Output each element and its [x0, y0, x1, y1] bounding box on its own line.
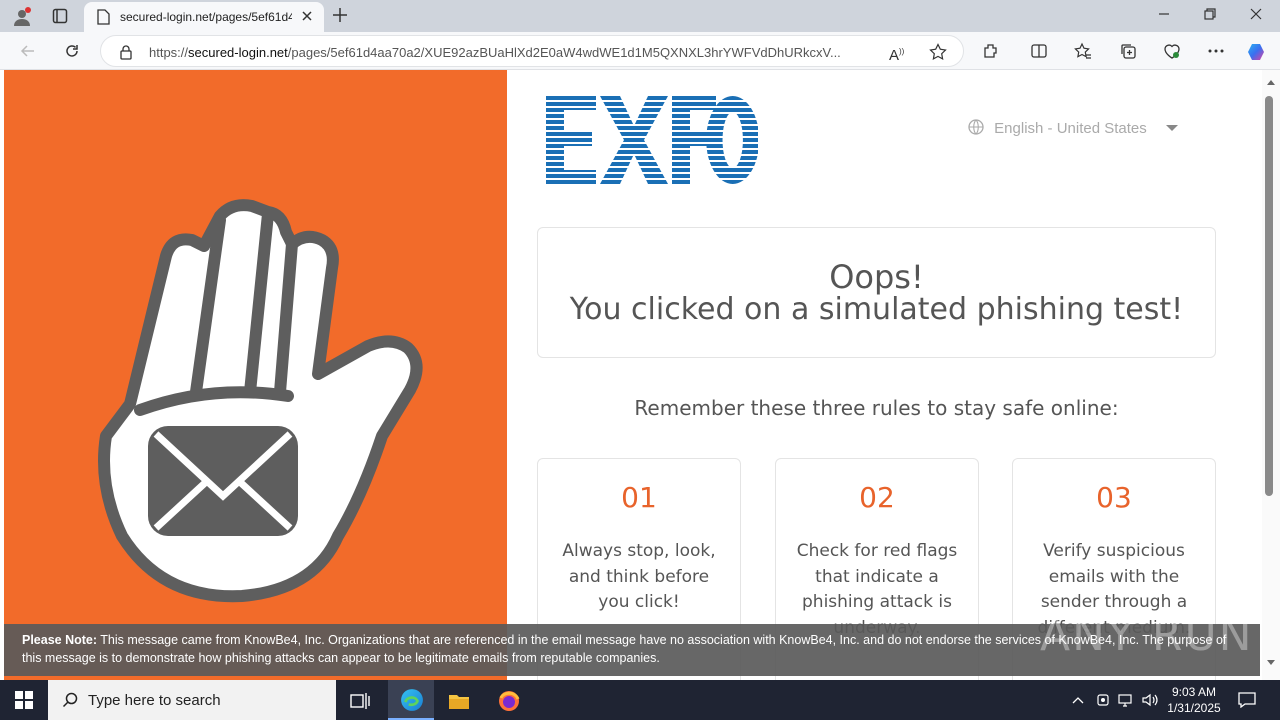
- search-placeholder: Type here to search: [88, 692, 221, 709]
- network-icon[interactable]: [1118, 693, 1134, 707]
- split-screen-icon[interactable]: [1030, 42, 1048, 64]
- note-label: Please Note:: [22, 633, 98, 647]
- phishing-test-heading: You clicked on a simulated phishing test…: [569, 292, 1184, 327]
- volume-icon[interactable]: [1142, 693, 1158, 707]
- globe-icon: [968, 119, 984, 135]
- language-selector[interactable]: English - United States: [968, 119, 1179, 137]
- address-bar[interactable]: https://secured-login.net/pages/5ef61d4a…: [100, 35, 964, 67]
- browser-tab[interactable]: secured-login.net/pages/5ef61d4: [84, 2, 324, 32]
- chevron-down-icon: [1165, 125, 1178, 131]
- restore-icon[interactable]: [1204, 8, 1216, 24]
- edge-icon[interactable]: [400, 688, 424, 712]
- firefox-icon[interactable]: [498, 690, 520, 712]
- rule-number: 01: [621, 481, 657, 514]
- task-view-icon[interactable]: [349, 690, 371, 712]
- oops-message-box: Oops! You clicked on a simulated phishin…: [537, 227, 1216, 358]
- read-aloud-icon[interactable]: A)): [889, 44, 904, 64]
- favorite-icon[interactable]: [929, 43, 947, 65]
- browser-essentials-icon[interactable]: [1163, 42, 1181, 64]
- rules-heading: Remember these three rules to stay safe …: [634, 396, 1119, 420]
- url-domain: secured-login.net: [188, 45, 288, 60]
- watermark: ANY RUN: [1040, 610, 1254, 661]
- url-prefix: https://: [149, 45, 189, 60]
- clock-time: 9:03 AM: [1171, 685, 1217, 699]
- more-icon[interactable]: [1207, 42, 1225, 64]
- extensions-icon[interactable]: [982, 42, 1000, 64]
- rule-number: 03: [1096, 481, 1132, 514]
- new-tab-icon[interactable]: [332, 7, 348, 27]
- browser-toolbar: https://secured-login.net/pages/5ef61d4a…: [0, 32, 1280, 70]
- window-close-icon[interactable]: [1250, 8, 1262, 24]
- file-explorer-icon[interactable]: [448, 690, 470, 712]
- search-icon: [62, 692, 78, 708]
- collections-icon[interactable]: [1119, 42, 1137, 64]
- tab-title: secured-login.net/pages/5ef61d4: [120, 10, 292, 24]
- scroll-down-icon[interactable]: [1266, 659, 1276, 667]
- url-path: /pages/5ef61d4aa70a2/XUE92azBUaHlXd2E0aW…: [287, 45, 841, 60]
- close-icon[interactable]: [300, 9, 314, 27]
- notification-icon[interactable]: [1238, 692, 1256, 708]
- scroll-thumb[interactable]: [1265, 96, 1273, 496]
- exfo-logo: [546, 96, 758, 184]
- profile-icon[interactable]: [12, 7, 32, 31]
- tab-bar: secured-login.net/pages/5ef61d4: [0, 0, 1280, 32]
- hero-panel: [4, 70, 507, 680]
- taskbar: Type here to search 9:03 AM 1/31/2025: [0, 680, 1280, 720]
- copilot-icon[interactable]: [1246, 41, 1268, 67]
- minimize-icon[interactable]: [1158, 8, 1170, 24]
- taskbar-search[interactable]: Type here to search: [48, 680, 336, 720]
- system-clock[interactable]: 9:03 AM 1/31/2025: [1166, 684, 1222, 716]
- rule-number: 02: [859, 481, 895, 514]
- page-icon: [96, 9, 110, 29]
- back-icon[interactable]: [20, 43, 36, 63]
- refresh-icon[interactable]: [64, 43, 80, 63]
- lock-icon[interactable]: [119, 44, 133, 64]
- web-page: English - United States Oops! You clicke…: [0, 70, 1280, 680]
- scroll-up-icon[interactable]: [1266, 78, 1276, 86]
- meet-now-icon[interactable]: [1096, 693, 1110, 707]
- favorites-icon[interactable]: [1074, 42, 1092, 64]
- tab-actions-icon[interactable]: [52, 8, 68, 28]
- language-label: English - United States: [994, 120, 1147, 137]
- rule-text: Always stop, look, and think before you …: [562, 541, 716, 612]
- clock-date: 1/31/2025: [1167, 701, 1221, 715]
- chevron-up-icon[interactable]: [1072, 696, 1084, 704]
- oops-heading: Oops!: [829, 258, 924, 296]
- stop-hand-icon: [98, 199, 423, 603]
- url-text: https://secured-login.net/pages/5ef61d4a…: [149, 45, 873, 60]
- windows-start-icon[interactable]: [15, 691, 33, 709]
